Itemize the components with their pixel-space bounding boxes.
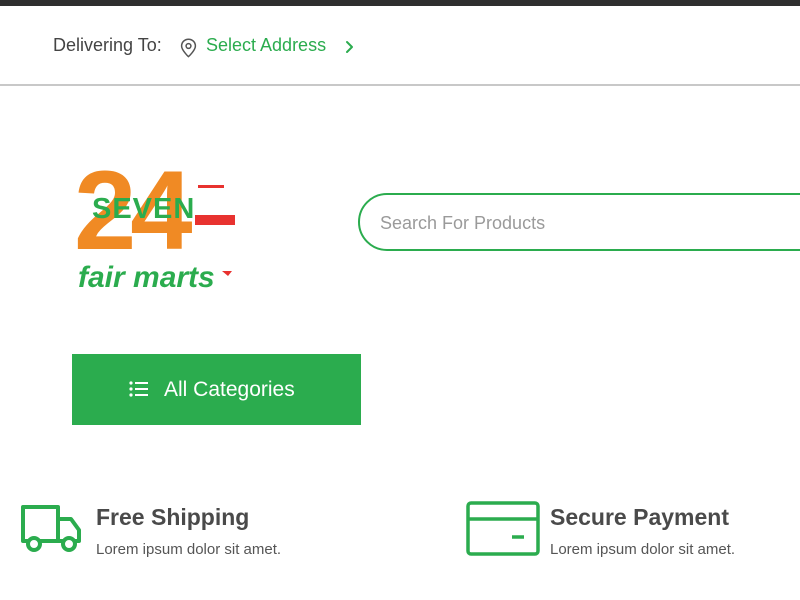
logo[interactable]: 24 SEVEN fair marts xyxy=(74,145,244,295)
feature-title: Free Shipping xyxy=(96,504,250,530)
chevron-right-icon[interactable] xyxy=(345,40,355,54)
feature-description: Lorem ipsum dolor sit amet. xyxy=(96,541,282,558)
list-icon xyxy=(129,381,148,397)
all-categories-label: All Categories xyxy=(164,378,295,401)
logo-tagline: fair marts xyxy=(78,261,215,294)
delivery-bar: Delivering To: Select Address xyxy=(0,6,800,86)
logo-brand-word: SEVEN xyxy=(92,193,195,225)
search-input[interactable] xyxy=(380,209,780,237)
truck-icon xyxy=(21,505,81,552)
location-pin-icon xyxy=(180,38,197,58)
credit-card-icon xyxy=(466,501,540,556)
feature-description: Lorem ipsum dolor sit amet. xyxy=(550,541,736,558)
delivery-label: Delivering To: xyxy=(53,35,162,55)
feature-title: Secure Payment xyxy=(550,504,729,530)
page: Delivering To: Select Address 24 SEVEN f… xyxy=(0,0,800,600)
search-box xyxy=(358,193,800,251)
all-categories-button[interactable]: All Categories xyxy=(72,354,361,425)
select-address-link[interactable]: Select Address xyxy=(206,35,326,56)
